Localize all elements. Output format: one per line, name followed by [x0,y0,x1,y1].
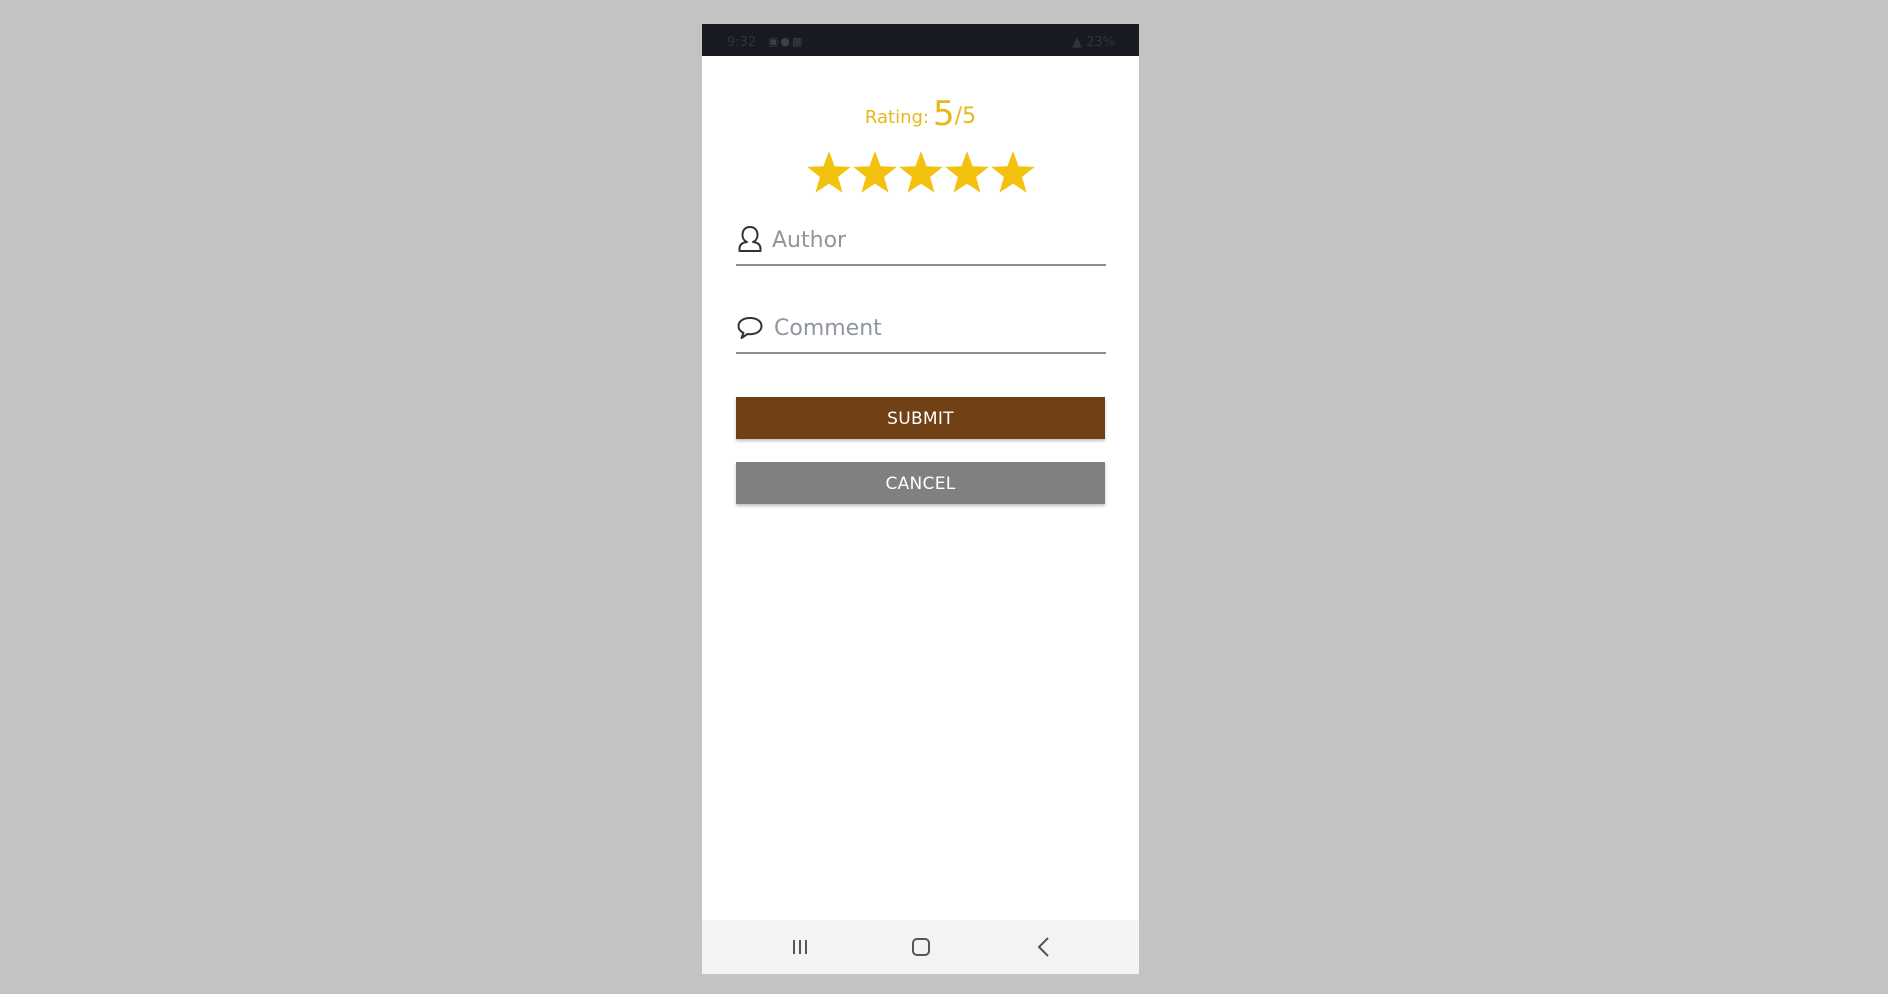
rating-display: Rating: 5/5 [702,94,1139,134]
star-icon[interactable] [852,150,898,196]
star-icon[interactable] [898,150,944,196]
star-icon[interactable] [806,150,852,196]
author-input[interactable] [772,220,1102,260]
person-icon [736,224,764,254]
recents-icon[interactable] [784,932,816,962]
navigation-bar [702,920,1139,974]
cancel-button[interactable]: CANCEL [736,462,1105,504]
battery-level: 23% [1086,35,1115,50]
speech-bubble-icon [736,312,764,342]
home-icon[interactable] [905,932,937,962]
rating-label: Rating: [864,107,930,128]
author-field [736,220,1106,266]
rating-max: /5 [954,104,977,129]
signal-icon: ▲ [1071,35,1082,50]
status-bar: 9:32 ▣●▦ ▲ 23% [702,24,1139,56]
comment-input[interactable] [774,308,1104,348]
rating-value: 5 [933,94,955,134]
submit-button[interactable]: SUBMIT [736,397,1105,439]
star-rating [702,150,1139,200]
back-icon[interactable] [1028,932,1060,962]
status-time: 9:32 [727,35,757,50]
star-icon[interactable] [990,150,1036,196]
phone-screen: 9:32 ▣●▦ ▲ 23% Rating:5/5 SUBMIT CANCEL [702,24,1139,974]
notification-icons: ▣●▦ [768,35,805,48]
status-right: ▲ 23% [1072,35,1115,50]
comment-field [736,308,1106,354]
star-icon[interactable] [944,150,990,196]
